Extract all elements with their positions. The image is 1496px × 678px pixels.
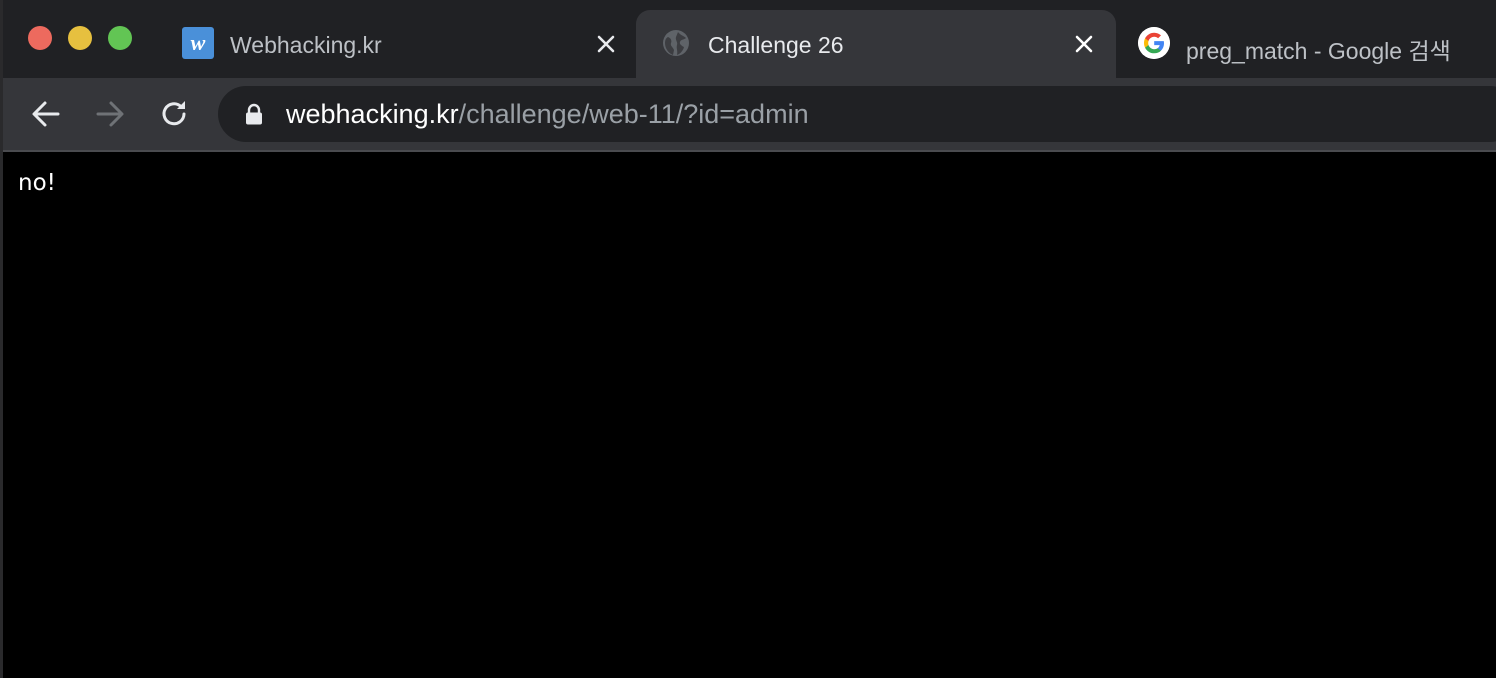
address-bar[interactable]: webhacking.kr/challenge/web-11/?id=admin — [218, 86, 1496, 142]
reload-icon[interactable] — [154, 94, 194, 134]
address-url[interactable]: webhacking.kr/challenge/web-11/?id=admin — [286, 99, 809, 130]
url-path: /challenge/web-11/?id=admin — [458, 99, 809, 129]
globe-icon — [663, 30, 689, 56]
window-edge — [0, 0, 3, 678]
tabstrip-fade — [1472, 0, 1496, 78]
tab-title: preg_match - Google 검색 — [1186, 38, 1451, 64]
webhacking-w-icon: w — [182, 27, 214, 59]
tab-webhacking[interactable]: w Webhacking.kr — [164, 10, 636, 78]
arrow-left-icon[interactable] — [26, 94, 66, 134]
page-body-text: no! — [18, 170, 56, 196]
window-zoom-button[interactable] — [108, 26, 132, 50]
lock-icon[interactable] — [242, 102, 266, 126]
browser-window: w Webhacking.kr Challenge 26 preg_match … — [0, 0, 1496, 678]
close-icon[interactable] — [1070, 30, 1098, 58]
tab-google-search[interactable]: preg_match - Google 검색 — [1116, 10, 1496, 78]
google-g-icon — [1138, 27, 1170, 59]
tab-title: Challenge 26 — [708, 32, 844, 58]
tab-strip: w Webhacking.kr Challenge 26 preg_match … — [0, 0, 1496, 78]
window-minimize-button[interactable] — [68, 26, 92, 50]
window-close-button[interactable] — [28, 26, 52, 50]
arrow-right-icon[interactable] — [90, 94, 130, 134]
browser-toolbar: webhacking.kr/challenge/web-11/?id=admin — [0, 78, 1496, 150]
tab-title: Webhacking.kr — [230, 32, 382, 58]
url-host: webhacking.kr — [286, 99, 459, 129]
close-icon[interactable] — [592, 30, 620, 58]
page-content: no! — [0, 152, 1496, 678]
tab-challenge-26[interactable]: Challenge 26 — [636, 10, 1116, 78]
